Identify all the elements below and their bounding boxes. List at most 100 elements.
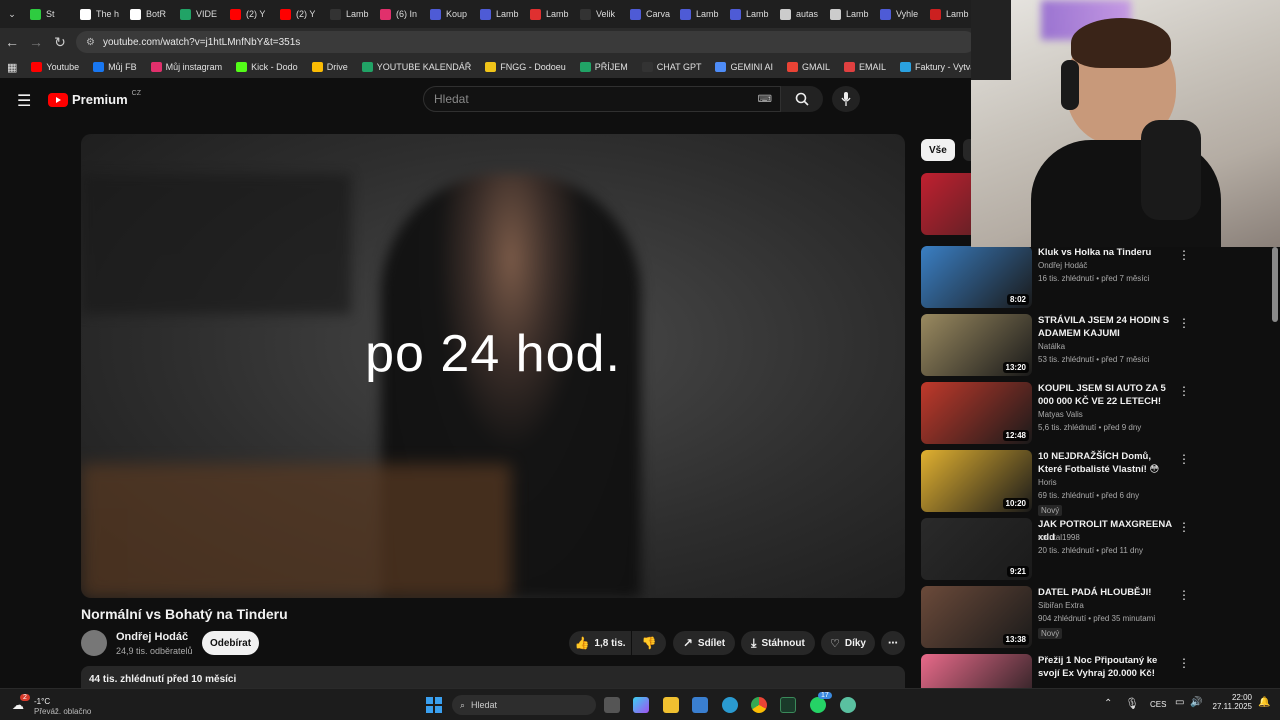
browser-tab[interactable]: (6) In [374, 0, 424, 28]
notification-bell-icon[interactable]: 🔔 [1258, 697, 1270, 708]
chrome-icon[interactable] [751, 697, 767, 713]
tray-mic-icon[interactable]: 🎙 [1125, 697, 1139, 710]
recommendation-item[interactable]: 8:02 Kluk vs Holka na Tinderu Ondřej Hodáč… [921, 246, 1191, 308]
tray-chevron-up-icon[interactable]: ⌃ [1104, 698, 1112, 709]
browser-tab[interactable]: autas [774, 0, 824, 28]
browser-tab[interactable]: Lamb [674, 0, 724, 28]
bookmark-item[interactable]: Kick - Dodo [229, 62, 305, 72]
browser-tab[interactable]: Lamb [524, 0, 574, 28]
weather-temp: -1°C [34, 697, 51, 706]
tab-label: BotR [146, 9, 167, 19]
download-button[interactable]: ⤓ Stáhnout [741, 631, 815, 655]
menu-hamburger-icon[interactable]: ☰ [17, 91, 31, 111]
more-actions-button[interactable]: ⋯ [881, 631, 905, 655]
reload-button[interactable]: ↻ [48, 34, 72, 51]
bookmark-item[interactable]: Můj FB [86, 62, 144, 72]
search-input[interactable]: Hledat ⌨ [423, 86, 781, 112]
bookmark-item[interactable]: YOUTUBE KALENDÁŘ [355, 62, 479, 72]
weather-widget[interactable]: ☁ 2 -1°C Převáž. oblačno [12, 694, 92, 718]
recommendation-channel[interactable]: Natálka [1038, 342, 1065, 351]
chip-all[interactable]: Vše [921, 139, 955, 161]
browser-tab[interactable]: Lamb [824, 0, 874, 28]
taskbar-search-input[interactable]: ⌕ Hledat [452, 695, 596, 715]
browser-tab[interactable]: The h [74, 0, 124, 28]
recommendation-item[interactable]: 12:48 KOUPIL JSEM SI AUTO ZA 5 000 000 KČ… [921, 382, 1191, 444]
site-info-icon[interactable]: ⚙ [86, 37, 95, 48]
browser-tab[interactable]: Lamb [324, 0, 374, 28]
more-vertical-icon[interactable]: ⋮ [1178, 384, 1190, 398]
video-player[interactable]: po 24 hod. [81, 134, 905, 598]
keyboard-icon[interactable]: ⌨ [758, 94, 772, 105]
voice-search-button[interactable] [832, 86, 860, 112]
recommendation-item[interactable]: 13:20 STRÁVILA JSEM 24 HODIN S ADAMEM KAJ… [921, 314, 1191, 376]
browser-tab[interactable]: Lamb [924, 0, 974, 28]
recommendation-title: 10 NEJDRAŽŠÍCH Domů, Které Fotbalisté Vl… [1038, 451, 1160, 475]
scrollbar-thumb[interactable] [1272, 247, 1278, 322]
browser-tab[interactable]: Lamb [474, 0, 524, 28]
more-vertical-icon[interactable]: ⋮ [1178, 452, 1190, 466]
youtube-logo[interactable]: Premium CZ [48, 90, 141, 107]
description-box[interactable]: 44 tis. zhlédnutí před 10 měsíci [81, 666, 905, 690]
clock[interactable]: 22:00 27.11.2025 [1212, 693, 1252, 711]
share-button[interactable]: ↗ Sdílet [673, 631, 735, 655]
forward-button[interactable]: → [24, 34, 48, 50]
copilot-icon[interactable] [633, 697, 649, 713]
bookmark-favicon-icon [31, 62, 43, 72]
browser-tab[interactable]: (2) Y [224, 0, 274, 28]
browser-tab[interactable]: BotR [124, 0, 174, 28]
browser-tab[interactable]: Velik [574, 0, 624, 28]
more-vertical-icon[interactable]: ⋮ [1178, 656, 1190, 670]
recommendation-channel[interactable]: mental1998 [1038, 533, 1080, 542]
subscribe-button[interactable]: Odebírat [202, 631, 259, 655]
browser-tab[interactable]: Lamb [724, 0, 774, 28]
browser-tab[interactable]: (2) Y [274, 0, 324, 28]
bookmark-item[interactable]: Drive [305, 62, 355, 72]
bookmark-item[interactable]: GMAIL [780, 62, 837, 72]
channel-avatar[interactable] [81, 630, 107, 656]
capcut-icon[interactable] [780, 697, 796, 713]
recommendation-channel[interactable]: Sibiřan Extra [1038, 601, 1084, 610]
more-vertical-icon[interactable]: ⋮ [1178, 248, 1190, 262]
bookmark-item[interactable]: Youtube [24, 62, 86, 72]
tray-volume-icon[interactable]: 🔊 [1190, 697, 1202, 708]
browser-tab[interactable]: Vyhle [874, 0, 924, 28]
recommendation-channel[interactable]: Horis [1038, 478, 1057, 487]
recommendation-channel[interactable]: Ondřej Hodáč [1038, 261, 1087, 270]
bookmark-item[interactable]: EMAIL [837, 62, 893, 72]
apps-button[interactable]: ▦ [0, 61, 24, 74]
tab-list-button[interactable]: ⌄ [0, 0, 24, 28]
url-field[interactable]: ⚙ youtube.com/watch?v=j1htLMnfNbY&t=351s [76, 31, 976, 53]
channel-name[interactable]: Ondřej Hodáč [116, 631, 188, 643]
windows-start-icon[interactable] [426, 697, 442, 713]
recommendation-item[interactable]: 9:21 JAK POTROLIT MAXGREENA xdd mental1998… [921, 518, 1191, 580]
url-text: youtube.com/watch?v=j1htLMnfNbY&t=351s [102, 36, 301, 48]
task-view-icon[interactable] [604, 697, 620, 713]
more-vertical-icon[interactable]: ⋮ [1178, 588, 1190, 602]
app-globe-icon[interactable] [840, 697, 856, 713]
more-vertical-icon[interactable]: ⋮ [1178, 316, 1190, 330]
outlook-icon[interactable] [692, 697, 708, 713]
bookmark-item[interactable]: PŘÍJEM [573, 62, 635, 72]
recommendation-item[interactable]: 13:38 DATEL PADÁ HLOUBĚJI! Sibiřan Extra 90… [921, 586, 1191, 648]
bookmark-item[interactable]: FNGG - Dodoeu [478, 62, 573, 72]
bookmark-item[interactable]: Můj instagram [144, 62, 230, 72]
browser-tab[interactable]: St [24, 0, 74, 28]
bookmark-item[interactable]: GEMINI AI [708, 62, 780, 72]
bookmark-item[interactable]: CHAT GPT [635, 62, 709, 72]
like-button[interactable]: 👍 1,8 tis. [569, 631, 631, 655]
more-vertical-icon[interactable]: ⋮ [1178, 520, 1190, 534]
browser-tab[interactable]: Koup [424, 0, 474, 28]
whatsapp-icon[interactable] [810, 697, 826, 713]
back-button[interactable]: ← [0, 34, 24, 50]
tray-network-icon[interactable]: ▭ [1175, 697, 1184, 708]
edge-icon[interactable] [722, 697, 738, 713]
language-indicator[interactable]: CES [1150, 700, 1166, 709]
file-explorer-icon[interactable] [663, 697, 679, 713]
dislike-button[interactable]: 👎 [632, 631, 666, 655]
search-button[interactable] [781, 86, 823, 112]
browser-tab[interactable]: Carva [624, 0, 674, 28]
recommendation-channel[interactable]: Matyas Valis [1038, 410, 1083, 419]
browser-tab[interactable]: VIDE [174, 0, 224, 28]
thanks-button[interactable]: ♡ Díky [821, 631, 875, 655]
recommendation-item[interactable]: 10:20 10 NEJDRAŽŠÍCH Domů, Které Fotbalis… [921, 450, 1191, 516]
